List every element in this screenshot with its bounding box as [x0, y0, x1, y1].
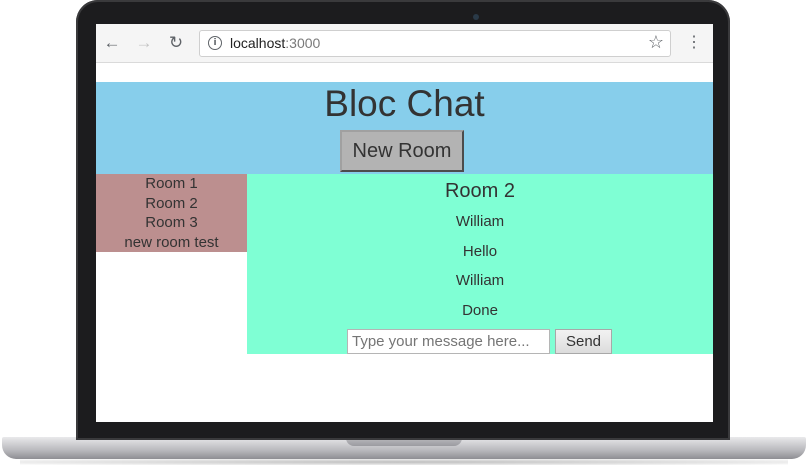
room-list-item[interactable]: Room 1	[96, 174, 247, 194]
laptop-shadow	[20, 459, 788, 465]
camera-icon	[473, 14, 479, 20]
info-icon[interactable]: i	[208, 36, 222, 50]
url-host: localhost	[230, 35, 286, 51]
app-title: Bloc Chat	[324, 83, 485, 124]
message-item: Hello	[462, 243, 498, 260]
kebab-menu-icon[interactable]: ⋮	[686, 34, 702, 52]
message-item: William	[455, 213, 505, 230]
page-content: Bloc Chat New Room Room 1 Room 2 Room 3 …	[96, 62, 713, 422]
reload-icon[interactable]: ↻	[166, 33, 186, 53]
browser-toolbar: ← → ↻ i localhost:3000 ☆ ⋮	[96, 24, 713, 63]
room-list-item[interactable]: Room 2	[96, 194, 247, 214]
back-arrow-icon[interactable]: ←	[102, 33, 122, 53]
chat-panel: Room 2 William Hello William Done Send	[247, 174, 713, 354]
message-item: Done	[462, 302, 498, 319]
message-item: William	[455, 272, 505, 289]
room-list: Room 1 Room 2 Room 3 new room test	[96, 174, 247, 252]
forward-arrow-icon[interactable]: →	[134, 33, 154, 53]
room-list-item[interactable]: Room 3	[96, 213, 247, 233]
new-room-button[interactable]: New Room	[340, 130, 464, 172]
star-icon[interactable]: ☆	[648, 32, 664, 53]
url-port: :3000	[285, 35, 321, 51]
url-text[interactable]: localhost:3000	[230, 35, 320, 51]
active-room-title: Room 2	[444, 180, 516, 202]
room-list-item[interactable]: new room test	[96, 233, 247, 253]
browser-window: ← → ↻ i localhost:3000 ☆ ⋮ Bloc Chat New…	[96, 24, 713, 422]
app-header: Bloc Chat New Room	[96, 82, 713, 174]
message-input[interactable]	[347, 329, 550, 354]
send-button[interactable]: Send	[555, 329, 612, 354]
address-bar[interactable]: i localhost:3000 ☆	[199, 30, 671, 57]
